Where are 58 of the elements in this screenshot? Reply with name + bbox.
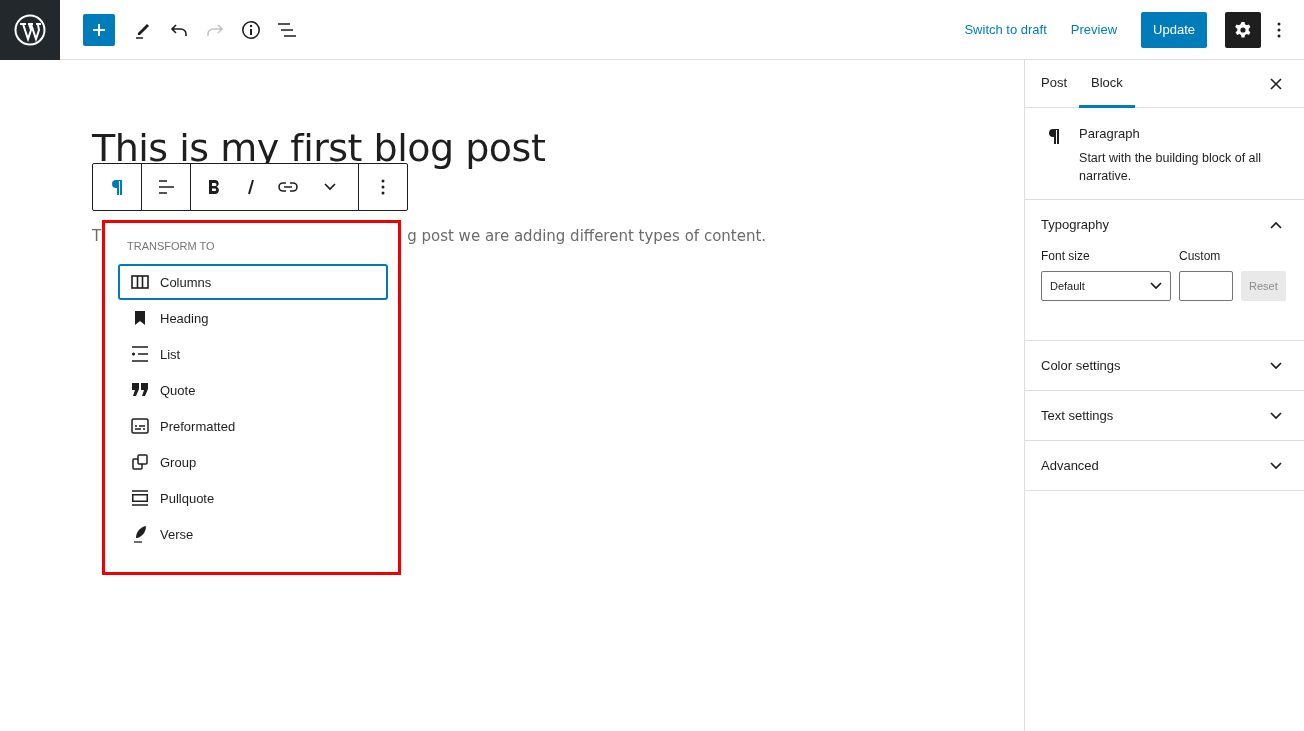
plus-button[interactable]: [83, 13, 115, 46]
bookmark-icon: [134, 311, 146, 325]
redo-icon: [206, 22, 224, 37]
chevron-down-icon: [1270, 362, 1282, 370]
menu-item[interactable]: Pullquote: [118, 480, 388, 516]
feather-icon: [133, 525, 147, 543]
block-description: Start with the building block of all narrative.: [1079, 150, 1263, 185]
quote-icon: [132, 383, 148, 397]
chevron-down-icon: [1270, 412, 1282, 420]
italic-icon: [245, 179, 256, 195]
sidebar-tab[interactable]: Block: [1079, 60, 1135, 108]
bold-icon: [206, 179, 221, 195]
site-logo[interactable]: [0, 0, 60, 60]
overlapping-squares-icon: [132, 454, 148, 470]
pullquote-icon: [131, 490, 149, 506]
block-title: Paragraph: [1079, 126, 1141, 141]
panel-toggle[interactable]: Advanced: [1025, 441, 1304, 490]
chevron-down-icon: [1270, 462, 1282, 470]
field-label: Font size: [1041, 249, 1091, 263]
menu-item[interactable]: Group: [118, 444, 388, 480]
menu-item[interactable]: Quote: [118, 372, 388, 408]
link-icon: [277, 181, 298, 193]
chevron-down-icon: [324, 183, 336, 191]
paragraph-text[interactable]: T: [92, 227, 102, 245]
sidebar-tab[interactable]: Post: [1041, 60, 1079, 108]
menu-item[interactable]: Heading: [118, 300, 388, 336]
menu-item[interactable]: List: [118, 336, 388, 372]
panel-toggle[interactable]: Color settings: [1025, 341, 1304, 390]
header-link[interactable]: Preview: [1070, 22, 1118, 37]
update-button[interactable]: Update: [1141, 11, 1207, 48]
paragraph-text[interactable]: g post we are adding different types of content.: [407, 227, 767, 245]
menu-item[interactable]: Preformatted: [118, 408, 388, 444]
menu-heading: TRANSFORM TO: [127, 240, 216, 252]
undo-icon: [170, 22, 188, 37]
more-options-icon: [381, 179, 385, 195]
preformatted-icon: [131, 418, 149, 434]
font-size-select[interactable]: Default: [1041, 271, 1171, 301]
custom-size-field[interactable]: [1179, 271, 1233, 301]
align-left-icon: [157, 178, 175, 196]
more-options-icon: [1277, 21, 1281, 38]
chevron-up-icon: [1270, 221, 1282, 229]
plus-icon: [92, 22, 106, 37]
pilcrow-icon: [1047, 127, 1062, 145]
close-icon: [1270, 77, 1282, 90]
panel-toggle[interactable]: Text settings: [1025, 391, 1304, 440]
list-icon: [131, 346, 149, 362]
menu-item[interactable]: Columns: [118, 264, 388, 300]
header-link[interactable]: Switch to draft: [964, 22, 1047, 37]
settings-button[interactable]: [1225, 11, 1261, 48]
list-view-icon: [277, 21, 297, 38]
field-label: Custom: [1179, 249, 1222, 263]
menu-item[interactable]: Verse: [118, 516, 388, 552]
pilcrow-icon: [110, 178, 124, 196]
panel-toggle[interactable]: Typography: [1025, 200, 1304, 249]
chevron-down-icon: [1150, 282, 1162, 290]
columns-icon: [131, 275, 149, 289]
info-icon: [241, 19, 261, 40]
gear-icon: [1234, 20, 1252, 39]
